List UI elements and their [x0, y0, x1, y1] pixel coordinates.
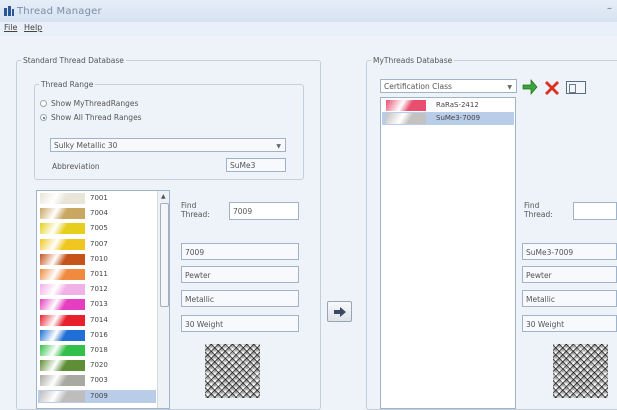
my-thread-swatch — [386, 100, 426, 111]
menu-bar — [0, 22, 617, 36]
standard-db-legend: Standard Thread Database — [23, 56, 124, 65]
abbreviation-label: Abbreviation — [52, 162, 100, 171]
thread-swatch — [40, 345, 85, 356]
scroll-thumb[interactable] — [160, 203, 169, 307]
my-thread-swatch — [386, 113, 426, 124]
thread-swatch — [40, 238, 85, 250]
thread-swatch — [40, 193, 85, 204]
find-thread-label: Find Thread: — [181, 201, 210, 219]
app-icon — [4, 6, 14, 16]
minimize-button[interactable]: – — [607, 3, 612, 14]
my-thread-label: SuMe3-7009 — [436, 114, 481, 122]
class-select[interactable]: Certification Class ▼ — [380, 79, 517, 93]
my-thread-color-field: Pewter — [522, 266, 617, 283]
thread-list-item[interactable]: 7020 — [38, 359, 156, 372]
thread-texture-image — [205, 344, 260, 398]
my-thread-texture-image — [553, 344, 608, 398]
thread-swatch — [40, 223, 85, 235]
scroll-up-icon[interactable]: ▲ — [161, 193, 166, 200]
abbreviation-field[interactable]: SuMe3 — [226, 158, 286, 172]
thread-code: 7003 — [90, 376, 108, 385]
properties-icon-pane — [569, 84, 576, 93]
thread-code: 7012 — [90, 285, 108, 294]
thread-range-select[interactable]: Sulky Metallic 30 ▼ — [50, 138, 286, 152]
my-thread-list-item[interactable]: RaRaS-2412 — [382, 99, 514, 112]
thread-list-item[interactable]: 7012 — [38, 283, 156, 296]
thread-code: 7007 — [90, 239, 108, 248]
thread-code: 7004 — [90, 209, 108, 218]
class-select-value: Certification Class — [384, 82, 452, 91]
thread-list-item[interactable]: 7014 — [38, 314, 156, 327]
radio-show-all-ranges[interactable] — [40, 114, 47, 121]
thread-swatch — [40, 314, 85, 326]
thread-range-value: Sulky Metallic 30 — [54, 141, 118, 150]
window-title: Thread Manager — [17, 6, 102, 17]
transfer-button[interactable] — [327, 301, 352, 322]
thread-list-item[interactable]: 7005 — [38, 222, 156, 235]
thread-list-item[interactable]: 7003 — [38, 374, 156, 387]
thread-code: 7001 — [90, 194, 108, 202]
thread-range-legend: Thread Range — [41, 80, 94, 89]
add-green-arrow-icon[interactable] — [522, 79, 538, 95]
thread-list-item[interactable]: 7001 — [38, 192, 156, 205]
thread-swatch — [40, 269, 85, 280]
my-find-thread-label: Find Thread: — [524, 201, 553, 219]
thread-list-item[interactable]: 7007 — [38, 238, 156, 251]
thread-swatch — [40, 390, 85, 402]
my-db-legend: MyThreads Database — [373, 56, 453, 65]
my-threads-list[interactable]: RaRaS-2412 SuMe3-7009 — [380, 97, 516, 409]
thread-list-item[interactable]: 7013 — [38, 298, 156, 311]
thread-code: 7018 — [90, 346, 108, 354]
thread-list-item[interactable]: 7018 — [38, 344, 156, 357]
my-thread-list-item[interactable]: SuMe3-7009 — [382, 112, 514, 125]
thread-list-item[interactable]: 7016 — [38, 329, 156, 342]
thread-code: 7010 — [90, 254, 108, 263]
menu-help[interactable]: Help — [24, 23, 42, 32]
chevron-down-icon: ▼ — [276, 143, 281, 150]
my-thread-label: RaRaS-2412 — [436, 101, 479, 109]
thread-list-item[interactable]: 7010 — [38, 253, 156, 266]
thread-swatch — [40, 360, 85, 372]
thread-type-field: Metallic — [181, 290, 299, 307]
thread-list[interactable]: 7001 7004 7005 7007 7010 7011 7012 7013 7014 7016… — [36, 190, 170, 409]
delete-x-icon[interactable] — [544, 79, 560, 95]
my-thread-weight-field: 30 Weight — [522, 315, 617, 332]
my-find-thread-input[interactable] — [573, 202, 617, 220]
thread-swatch — [40, 329, 85, 341]
thread-list-item[interactable]: 7004 — [38, 207, 156, 220]
thread-code: 7011 — [90, 270, 108, 278]
thread-swatch — [40, 208, 85, 220]
thread-code: 7014 — [90, 315, 108, 324]
thread-swatch — [40, 284, 85, 296]
arrow-right-icon — [334, 307, 346, 317]
radio-label-all-ranges: Show All Thread Ranges — [51, 113, 142, 122]
my-thread-type-field: Metallic — [522, 290, 617, 307]
thread-code: 7016 — [90, 330, 108, 339]
thread-list-scrollbar[interactable]: ▲ — [157, 191, 169, 408]
thread-swatch — [40, 375, 85, 387]
thread-list-item[interactable]: 7009 — [38, 389, 156, 403]
radio-show-my-ranges[interactable] — [40, 100, 47, 107]
thread-code: 7020 — [90, 361, 108, 370]
thread-code: 7013 — [90, 300, 108, 309]
radio-label-my-ranges: Show MyThreadRanges — [51, 99, 139, 108]
thread-color-field: Pewter — [181, 266, 299, 283]
properties-icon[interactable] — [566, 81, 586, 94]
thread-swatch — [40, 299, 85, 311]
thread-weight-field: 30 Weight — [181, 315, 299, 332]
thread-code: 7009 — [90, 391, 108, 400]
thread-list-item[interactable]: 7011 — [38, 268, 156, 281]
thread-code: 7005 — [90, 224, 108, 233]
my-thread-id-field: SuMe3-7009 — [522, 243, 617, 260]
find-thread-input[interactable]: 7009 — [229, 202, 299, 220]
thread-swatch — [40, 253, 85, 265]
menu-file[interactable]: File — [4, 23, 17, 32]
chevron-down-icon: ▼ — [507, 84, 512, 91]
thread-number-field: 7009 — [181, 243, 299, 260]
